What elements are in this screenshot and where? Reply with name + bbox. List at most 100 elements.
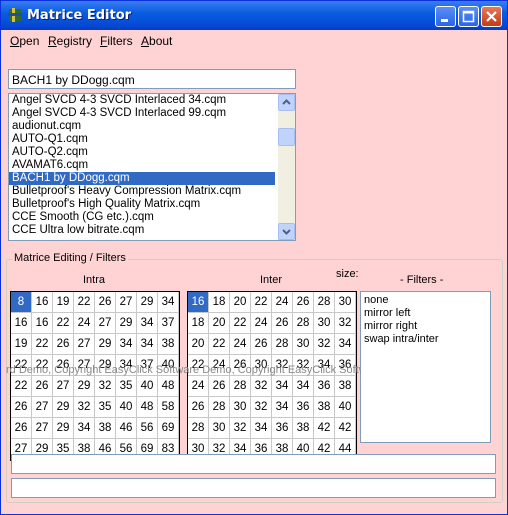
- intra-cell[interactable]: 27: [116, 292, 137, 313]
- inter-cell[interactable]: 18: [209, 292, 230, 313]
- intra-cell[interactable]: 27: [74, 355, 95, 376]
- inter-matrix-grid[interactable]: 16 18 20 22 24 26 28 30 18 20 22 24 26 28 30 32 20 22 24 26…: [187, 291, 357, 461]
- intra-cell[interactable]: 35: [116, 376, 137, 397]
- list-item[interactable]: CCE Ultra low bitrate.cqm: [9, 224, 275, 237]
- inter-cell[interactable]: 36: [335, 355, 356, 376]
- intra-cell[interactable]: 34: [116, 355, 137, 376]
- intra-cell[interactable]: 29: [53, 397, 74, 418]
- inter-cell[interactable]: 20: [188, 334, 209, 355]
- title-bar[interactable]: Matrice Editor: [1, 1, 507, 30]
- inter-cell[interactable]: 34: [335, 334, 356, 355]
- list-item[interactable]: CCE Smooth (CG etc.).cqm: [9, 211, 275, 224]
- list-scrollbar[interactable]: [278, 94, 295, 240]
- list-item[interactable]: AVAMAT6.cqm: [9, 159, 275, 172]
- inter-cell[interactable]: 38: [314, 397, 335, 418]
- inter-cell[interactable]: 34: [272, 397, 293, 418]
- list-item[interactable]: AUTO-Q2.cqm: [9, 146, 275, 159]
- inter-cell[interactable]: 26: [251, 334, 272, 355]
- matrix-file-list[interactable]: Angel SVCD 4-3 SVCD Interlaced 34.cqm An…: [8, 93, 296, 241]
- intra-cell[interactable]: 46: [116, 418, 137, 439]
- inter-cell[interactable]: 20: [209, 313, 230, 334]
- inter-cell[interactable]: 34: [272, 376, 293, 397]
- intra-matrix-grid[interactable]: 8 16 19 22 26 27 29 34 16 16 22 24 27 29 34 37 19 22 26 27 2…: [10, 291, 180, 461]
- intra-cell[interactable]: 29: [95, 334, 116, 355]
- intra-cell[interactable]: 26: [11, 397, 32, 418]
- inter-cell[interactable]: 38: [293, 418, 314, 439]
- scroll-thumb[interactable]: [278, 128, 295, 146]
- inter-cell[interactable]: 24: [272, 292, 293, 313]
- intra-cell[interactable]: 22: [74, 292, 95, 313]
- inter-cell[interactable]: 32: [251, 376, 272, 397]
- inter-cell[interactable]: 32: [314, 334, 335, 355]
- inter-cell[interactable]: 26: [188, 397, 209, 418]
- menu-registry[interactable]: Registry: [48, 34, 92, 48]
- intra-cell[interactable]: 16: [11, 313, 32, 334]
- inter-cell[interactable]: 34: [251, 418, 272, 439]
- inter-cell[interactable]: 24: [209, 355, 230, 376]
- inter-cell[interactable]: 28: [188, 418, 209, 439]
- close-button[interactable]: [481, 6, 502, 27]
- intra-cell[interactable]: 27: [32, 397, 53, 418]
- intra-cell[interactable]: 26: [53, 355, 74, 376]
- intra-cell[interactable]: 29: [116, 313, 137, 334]
- inter-cell[interactable]: 22: [251, 292, 272, 313]
- list-item[interactable]: AUTO-Q1.cqm: [9, 133, 275, 146]
- inter-cell[interactable]: 30: [230, 397, 251, 418]
- inter-cell[interactable]: 28: [272, 334, 293, 355]
- inter-cell[interactable]: 30: [251, 355, 272, 376]
- inter-cell[interactable]: 26: [230, 355, 251, 376]
- intra-cell[interactable]: 34: [137, 334, 158, 355]
- maximize-button[interactable]: [458, 6, 479, 27]
- intra-cell[interactable]: 38: [95, 418, 116, 439]
- intra-cell[interactable]: 22: [11, 355, 32, 376]
- intra-cell[interactable]: 26: [95, 292, 116, 313]
- inter-cell[interactable]: 28: [209, 397, 230, 418]
- intra-cell[interactable]: 34: [74, 418, 95, 439]
- intra-cell[interactable]: 29: [53, 418, 74, 439]
- intra-cell[interactable]: 32: [74, 397, 95, 418]
- intra-cell[interactable]: 34: [137, 313, 158, 334]
- list-item[interactable]: audionut.cqm: [9, 120, 275, 133]
- inter-cell[interactable]: 22: [230, 313, 251, 334]
- scroll-down-button[interactable]: [278, 223, 295, 240]
- inter-cell[interactable]: 24: [251, 313, 272, 334]
- inter-cell[interactable]: 26: [272, 313, 293, 334]
- intra-cell[interactable]: 27: [74, 334, 95, 355]
- intra-cell[interactable]: 26: [32, 376, 53, 397]
- list-item[interactable]: Angel SVCD 4-3 SVCD Interlaced 34.cqm: [9, 94, 275, 107]
- status-field-2[interactable]: [11, 478, 496, 498]
- intra-cell[interactable]: 34: [116, 334, 137, 355]
- intra-cell[interactable]: 29: [74, 376, 95, 397]
- intra-cell[interactable]: 16: [32, 292, 53, 313]
- inter-cell[interactable]: 30: [314, 313, 335, 334]
- inter-cell[interactable]: 40: [335, 397, 356, 418]
- minimize-button[interactable]: [435, 6, 456, 27]
- intra-cell[interactable]: 56: [137, 418, 158, 439]
- inter-cell[interactable]: 30: [335, 292, 356, 313]
- inter-cell[interactable]: 42: [314, 418, 335, 439]
- menu-filters[interactable]: Filters: [100, 34, 133, 48]
- intra-cell[interactable]: 19: [53, 292, 74, 313]
- intra-cell[interactable]: 19: [11, 334, 32, 355]
- intra-cell[interactable]: 40: [116, 397, 137, 418]
- intra-cell[interactable]: 27: [95, 313, 116, 334]
- inter-cell[interactable]: 26: [209, 376, 230, 397]
- inter-cell[interactable]: 32: [230, 418, 251, 439]
- intra-cell[interactable]: 26: [11, 418, 32, 439]
- intra-cell[interactable]: 8: [11, 292, 32, 313]
- inter-cell[interactable]: 36: [314, 376, 335, 397]
- intra-cell[interactable]: 32: [95, 376, 116, 397]
- intra-cell[interactable]: 58: [158, 397, 179, 418]
- intra-cell[interactable]: 22: [32, 334, 53, 355]
- inter-cell[interactable]: 20: [230, 292, 251, 313]
- filters-list[interactable]: none mirror left mirror right swap intra…: [360, 291, 491, 443]
- list-item-selected[interactable]: BACH1 by DDogg.cqm: [9, 172, 275, 185]
- intra-cell[interactable]: 48: [137, 397, 158, 418]
- selected-file-field[interactable]: BACH1 by DDogg.cqm: [8, 69, 296, 89]
- intra-cell[interactable]: 22: [32, 355, 53, 376]
- intra-cell[interactable]: 37: [158, 313, 179, 334]
- inter-cell[interactable]: 32: [272, 355, 293, 376]
- inter-cell[interactable]: 22: [209, 334, 230, 355]
- inter-cell[interactable]: 24: [230, 334, 251, 355]
- intra-cell[interactable]: 26: [53, 334, 74, 355]
